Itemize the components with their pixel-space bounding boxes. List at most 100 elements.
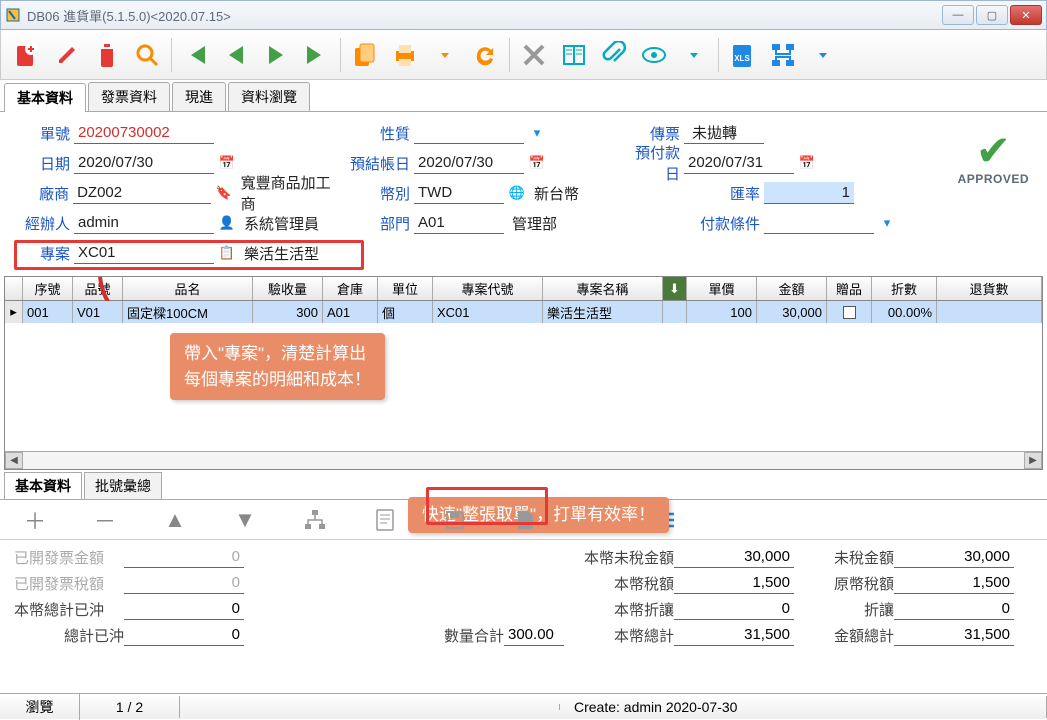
globe-icon[interactable]: 🌐 xyxy=(508,184,526,202)
search-icon[interactable] xyxy=(131,39,163,71)
col-wh[interactable]: 倉庫 xyxy=(323,277,378,300)
scroll-right-icon[interactable]: ▶ xyxy=(1024,452,1042,469)
main-tabs: 基本資料 發票資料 現進 資料瀏覽 xyxy=(0,82,1047,112)
last-icon[interactable] xyxy=(300,39,332,71)
nature-label: 性質 xyxy=(344,123,414,144)
remove-row-icon[interactable]: － xyxy=(90,505,120,535)
vendor-name: 寬豐商品加工商 xyxy=(233,172,344,214)
scroll-track[interactable] xyxy=(23,452,1024,469)
dropdown-icon[interactable]: ▾ xyxy=(878,214,896,232)
attach-icon[interactable] xyxy=(598,39,630,71)
calendar-icon[interactable]: 📅 xyxy=(798,154,816,172)
handler-name: 系統管理員 xyxy=(236,213,319,234)
book-icon[interactable] xyxy=(558,39,590,71)
doc-icon[interactable] xyxy=(370,505,400,535)
approved-stamp: ✔ APPROVED xyxy=(958,130,1029,186)
subtab-basic[interactable]: 基本資料 xyxy=(4,472,82,499)
payterm-field[interactable] xyxy=(764,212,874,234)
vendor-field[interactable]: DZ002 xyxy=(73,182,211,204)
local-untaxed: 30,000 xyxy=(674,546,794,568)
cancel-icon[interactable] xyxy=(518,39,550,71)
col-price[interactable]: 單價 xyxy=(687,277,757,300)
dept-field[interactable]: A01 xyxy=(414,212,504,234)
refresh-icon[interactable] xyxy=(469,39,501,71)
detail-toolbar: ＋ － ▲ ▼ xyxy=(0,500,1047,540)
cell-itemname: 固定樑100CM xyxy=(123,301,253,323)
add-row-icon[interactable]: ＋ xyxy=(20,505,50,535)
col-seq[interactable]: 序號 xyxy=(23,277,73,300)
col-marker[interactable]: ⬇ xyxy=(663,277,687,300)
view-icon[interactable] xyxy=(638,39,670,71)
table-row[interactable]: ▸ 001 V01 固定樑100CM 300 A01 個 XC01 樂活生活型 … xyxy=(5,301,1042,323)
subtab-batch[interactable]: 批號彙總 xyxy=(84,472,162,499)
titlebar: DB06 進貨單(5.1.5.0)<2020.07.15> — ▢ ✕ xyxy=(0,0,1047,30)
date-field[interactable]: 2020/07/30 xyxy=(74,152,214,174)
handler-field[interactable]: admin xyxy=(74,212,214,234)
view-dropdown-icon[interactable] xyxy=(678,39,710,71)
qty-total-label: 數量合計 xyxy=(424,625,504,646)
status-mode: 瀏覽 xyxy=(0,694,80,720)
prepay-label: 預付款日 xyxy=(624,142,684,184)
local-settled: 0 xyxy=(124,598,244,620)
delete-icon[interactable] xyxy=(91,39,123,71)
col-gift[interactable]: 贈品 xyxy=(827,277,872,300)
cell-wh: A01 xyxy=(323,301,378,323)
currency-label: 幣別 xyxy=(344,183,414,204)
export-xls-icon[interactable]: XLS xyxy=(727,39,759,71)
close-button[interactable]: ✕ xyxy=(1010,5,1042,25)
move-down-icon[interactable]: ▼ xyxy=(230,505,260,535)
tab-basic[interactable]: 基本資料 xyxy=(4,83,86,112)
move-up-icon[interactable]: ▲ xyxy=(160,505,190,535)
orig-tax-label: 原幣稅額 xyxy=(794,573,894,594)
maximize-button[interactable]: ▢ xyxy=(976,5,1008,25)
minimize-button[interactable]: — xyxy=(942,5,974,25)
new-icon[interactable] xyxy=(11,39,43,71)
tag-icon[interactable]: 🔖 xyxy=(215,184,233,202)
col-unit[interactable]: 單位 xyxy=(378,277,433,300)
calendar-icon[interactable]: 📅 xyxy=(218,154,236,172)
tree-icon[interactable] xyxy=(767,39,799,71)
col-amount[interactable]: 金額 xyxy=(757,277,827,300)
highlight-quickorder xyxy=(426,487,548,525)
print-icon[interactable] xyxy=(389,39,421,71)
local-allowance-label: 本幣折讓 xyxy=(554,599,674,620)
first-icon[interactable] xyxy=(180,39,212,71)
hierarchy-icon[interactable] xyxy=(300,505,330,535)
main-toolbar: XLS xyxy=(0,30,1047,80)
tree-dropdown-icon[interactable] xyxy=(807,39,839,71)
col-discount[interactable]: 折數 xyxy=(872,277,937,300)
dropdown-icon[interactable]: ▾ xyxy=(528,124,546,142)
doc-no-field[interactable]: 20200730002 xyxy=(74,122,214,144)
local-allowance: 0 xyxy=(674,598,794,620)
person-icon[interactable]: 👤 xyxy=(218,214,236,232)
settled-label: 總計已沖 xyxy=(14,625,124,646)
cell-return xyxy=(937,301,1042,323)
prev-icon[interactable] xyxy=(220,39,252,71)
grid-body[interactable]: ▸ 001 V01 固定樑100CM 300 A01 個 XC01 樂活生活型 … xyxy=(5,301,1042,451)
col-return[interactable]: 退貨數 xyxy=(937,277,1042,300)
tab-invoice[interactable]: 發票資料 xyxy=(88,82,170,111)
nature-field[interactable] xyxy=(414,122,524,144)
voucher-field: 未拋轉 xyxy=(684,122,764,144)
prepay-field[interactable]: 2020/07/31 xyxy=(684,152,794,174)
tab-cash[interactable]: 現進 xyxy=(172,82,226,111)
col-qty[interactable]: 驗收量 xyxy=(253,277,323,300)
currency-field[interactable]: TWD xyxy=(414,182,504,204)
dropdown-icon[interactable] xyxy=(429,39,461,71)
pre-post-field[interactable]: 2020/07/30 xyxy=(414,152,524,174)
currency-name: 新台幣 xyxy=(526,183,579,204)
local-untaxed-label: 本幣未稅金額 xyxy=(554,547,674,568)
cell-discount: 00.00% xyxy=(872,301,937,323)
edit-icon[interactable] xyxy=(51,39,83,71)
col-projname[interactable]: 專案名稱 xyxy=(543,277,663,300)
rate-field[interactable]: 1 xyxy=(764,182,854,204)
copy-icon[interactable] xyxy=(349,39,381,71)
status-page: 1 / 2 xyxy=(80,696,180,718)
next-icon[interactable] xyxy=(260,39,292,71)
scroll-left-icon[interactable]: ◀ xyxy=(5,452,23,469)
vendor-label: 廠商 xyxy=(14,183,73,204)
tab-browse[interactable]: 資料瀏覽 xyxy=(228,82,310,111)
col-projcode[interactable]: 專案代號 xyxy=(433,277,543,300)
calendar-icon[interactable]: 📅 xyxy=(528,154,546,172)
h-scrollbar[interactable]: ◀ ▶ xyxy=(5,451,1042,469)
